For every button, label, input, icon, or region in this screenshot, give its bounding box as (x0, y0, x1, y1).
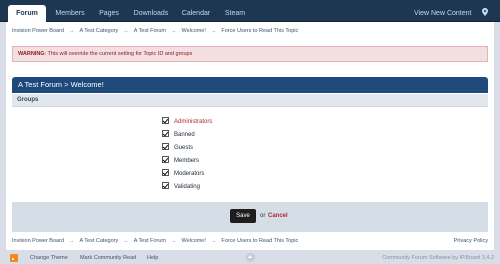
breadcrumb-current: Force Users to Read This Topic (221, 238, 299, 244)
breadcrumb-bottom: Invision Power Board → A Test Category → A T… (12, 236, 298, 246)
group-option-guests[interactable]: Guests (162, 143, 193, 152)
breadcrumb-separator: → (68, 28, 75, 34)
checkbox[interactable] (162, 156, 169, 163)
breadcrumb-separator: → (123, 28, 129, 34)
copyright-text: Community Forum Software by IP.Board 3.4… (382, 255, 494, 261)
change-theme-link[interactable]: Change Theme (30, 252, 68, 264)
top-navigation-bar: Forum Members Pages Downloads Calendar S… (0, 0, 500, 22)
tab-forum[interactable]: Forum (8, 5, 46, 22)
footer: Change Theme Mark Community Read Help Co… (0, 252, 500, 264)
checkbox[interactable] (162, 169, 169, 176)
breadcrumb-separator: → (123, 238, 129, 244)
breadcrumb: Invision Power Board → A Test Category → A T… (12, 26, 298, 36)
breadcrumb-separator: → (210, 28, 217, 34)
tab-pages[interactable]: Pages (92, 5, 126, 22)
view-new-content-link[interactable]: View New Content (414, 5, 471, 22)
tab-calendar[interactable]: Calendar (176, 5, 216, 22)
breadcrumb-separator: → (210, 238, 217, 244)
breadcrumb-item[interactable]: Invision Power Board (12, 28, 64, 34)
warning-text: : This will override the current setting… (44, 51, 193, 57)
mark-community-read-link[interactable]: Mark Community Read (80, 252, 136, 264)
save-button[interactable]: Save (230, 209, 256, 223)
help-link[interactable]: Help (147, 252, 158, 264)
breadcrumb-item[interactable]: A Test Forum (134, 28, 166, 34)
form-submit-bar: Save or Cancel (12, 202, 488, 232)
breadcrumb-item[interactable]: Welcome! (182, 238, 206, 244)
breadcrumb-separator: → (171, 238, 177, 244)
tab-downloads[interactable]: Downloads (128, 5, 174, 22)
or-text: or (260, 213, 266, 219)
rss-icon[interactable] (10, 254, 18, 262)
checkbox[interactable] (162, 182, 169, 189)
group-label: Guests (174, 145, 194, 151)
breadcrumb-separator: → (171, 28, 177, 34)
breadcrumb-item[interactable]: Welcome! (182, 28, 206, 34)
main-content: Invision Power Board → A Test Category → A T… (6, 22, 494, 250)
breadcrumb-item[interactable]: A Test Category (79, 238, 118, 244)
back-to-top-icon[interactable] (246, 253, 255, 262)
checkbox[interactable] (162, 130, 169, 137)
breadcrumb-item[interactable]: A Test Forum (134, 238, 166, 244)
tab-members[interactable]: Members (50, 5, 90, 22)
breadcrumb-separator: → (68, 238, 75, 244)
breadcrumb-current: Force Users to Read This Topic (221, 28, 299, 34)
group-option-banned[interactable]: Banned (162, 130, 195, 139)
group-label: Banned (174, 132, 195, 138)
group-label: Moderators (174, 171, 205, 177)
checkbox[interactable] (162, 143, 169, 150)
warning-label: WARNING (18, 51, 45, 57)
warning-message: WARNING: This will override the current … (12, 46, 488, 62)
group-label: Validating (174, 184, 200, 190)
group-option-validating[interactable]: Validating (162, 182, 200, 191)
form-title: A Test Forum > Welcome! (12, 77, 488, 93)
groups-header: Groups (12, 94, 488, 107)
checkbox[interactable] (162, 117, 169, 124)
breadcrumb-item[interactable]: A Test Category (79, 28, 118, 34)
map-pin-icon[interactable] (480, 5, 490, 22)
breadcrumb-item[interactable]: Invision Power Board (12, 238, 64, 244)
group-option-members[interactable]: Members (162, 156, 199, 165)
group-label: Members (174, 158, 200, 164)
tab-steam[interactable]: Steam (218, 5, 252, 22)
cancel-link[interactable]: Cancel (268, 209, 288, 223)
group-label: Administrators (174, 119, 213, 125)
privacy-policy-link[interactable]: Privacy Policy (454, 236, 488, 246)
group-option-moderators[interactable]: Moderators (162, 169, 204, 178)
group-option-administrators[interactable]: Administrators (162, 117, 212, 126)
